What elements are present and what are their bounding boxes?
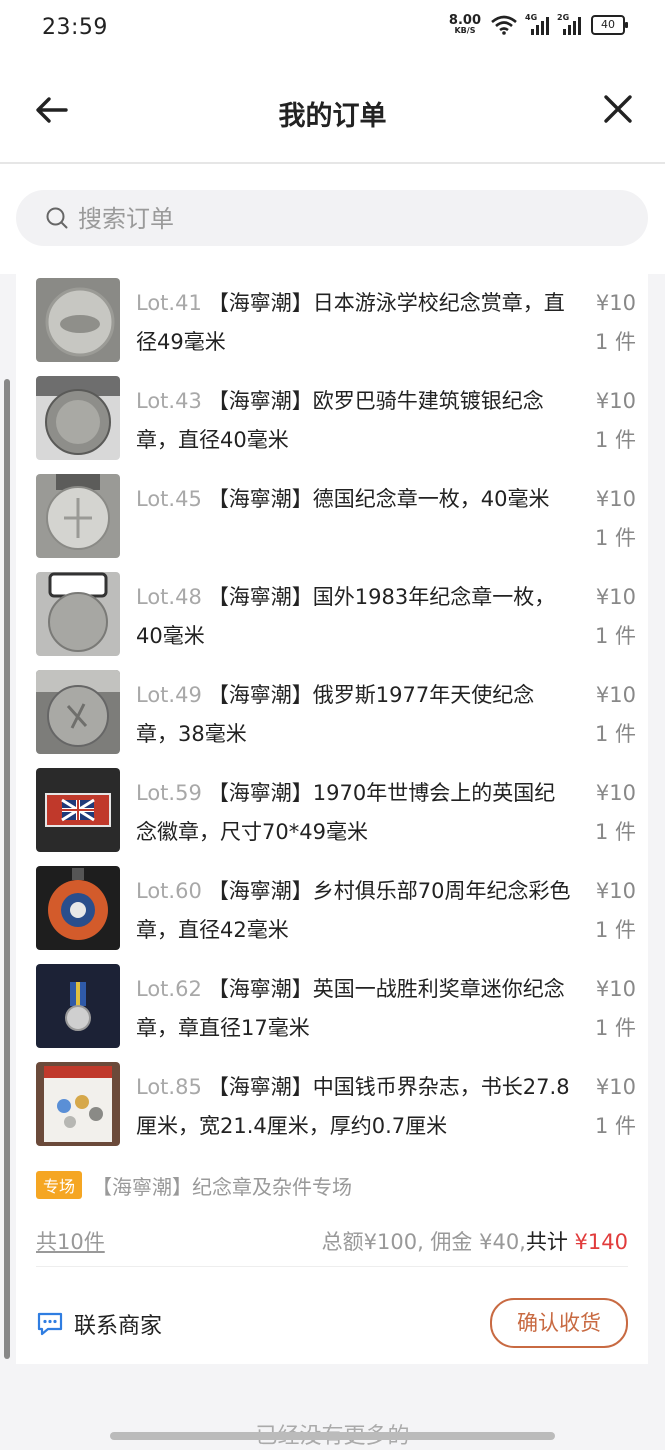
order-item[interactable]: Lot.60 【海寧潮】乡村俱乐部70周年纪念彩色章，直径42毫米 ¥10 1 件 xyxy=(36,866,636,950)
item-quantity: 1 件 xyxy=(594,1114,636,1138)
item-thumbnail xyxy=(36,964,120,1048)
total-amount: ¥140 xyxy=(574,1230,628,1254)
home-indicator[interactable] xyxy=(110,1432,555,1440)
item-quantity: 1 件 xyxy=(594,330,636,354)
status-icons: 8.00 KB/S 4G 2G 40 xyxy=(449,13,628,35)
order-card: Lot.41 【海寧潮】日本游泳学校纪念赏章，直径49毫米 ¥10 1 件 Lot.… xyxy=(4,274,648,1364)
wifi-icon xyxy=(491,15,517,35)
chat-icon xyxy=(37,1312,63,1336)
item-thumbnail xyxy=(36,866,120,950)
net-speed-unit: KB/S xyxy=(454,26,476,35)
status-bar: 23:59 8.00 KB/S 4G 2G 40 xyxy=(0,0,665,58)
order-summary: 共10件 总额¥100, 佣金 ¥40,共计 ¥140 xyxy=(36,1224,628,1260)
lot-number: Lot.41 xyxy=(136,291,202,315)
item-title: 【海寧潮】德国纪念章一枚，40毫米 xyxy=(207,487,550,511)
contact-seller-label: 联系商家 xyxy=(74,1314,163,1339)
session-tag: 专场 xyxy=(36,1171,83,1199)
order-item[interactable]: Lot.48 【海寧潮】国外1983年纪念章一枚，40毫米 ¥10 1 件 xyxy=(36,572,636,656)
search-area xyxy=(0,164,665,274)
divider xyxy=(36,1266,628,1267)
lot-number: Lot.85 xyxy=(136,1075,202,1099)
item-quantity: 1 件 xyxy=(594,918,636,942)
status-time: 23:59 xyxy=(42,15,108,40)
signal-2g-icon: 2G xyxy=(557,13,581,35)
session-row[interactable]: 专场 【海寧潮】纪念章及杂件专场 xyxy=(36,1170,352,1200)
lot-number: Lot.62 xyxy=(136,977,202,1001)
item-thumbnail xyxy=(36,670,120,754)
item-price: ¥10 xyxy=(595,977,636,1001)
item-quantity: 1 件 xyxy=(594,820,636,844)
item-thumbnail xyxy=(36,1062,120,1146)
battery-icon: 40 xyxy=(591,14,628,35)
total-label: 共计 xyxy=(525,1230,568,1254)
item-count-link[interactable]: 共10件 xyxy=(36,1226,105,1256)
confirm-receipt-button[interactable]: 确认收货 xyxy=(490,1298,628,1348)
order-total: 总额¥100, 佣金 ¥40,共计 ¥140 xyxy=(322,1226,628,1256)
close-icon[interactable] xyxy=(601,92,635,126)
item-thumbnail xyxy=(36,278,120,362)
item-quantity: 1 件 xyxy=(594,526,636,550)
lot-number: Lot.49 xyxy=(136,683,202,707)
session-name: 【海寧潮】纪念章及杂件专场 xyxy=(92,1174,353,1199)
order-item[interactable]: Lot.45 【海寧潮】德国纪念章一枚，40毫米 ¥10 1 件 xyxy=(36,474,636,558)
order-item[interactable]: Lot.62 【海寧潮】英国一战胜利奖章迷你纪念章，章直径17毫米 ¥10 1 件 xyxy=(36,964,636,1048)
order-item[interactable]: Lot.59 【海寧潮】1970年世博会上的英国纪念徽章，尺寸70*49毫米 ¥1… xyxy=(36,768,636,852)
contact-seller-button[interactable]: 联系商家 xyxy=(36,1308,162,1340)
item-quantity: 1 件 xyxy=(594,428,636,452)
page-title: 我的订单 xyxy=(278,101,387,132)
item-price: ¥10 xyxy=(595,781,636,805)
item-thumbnail xyxy=(36,768,120,852)
item-thumbnail xyxy=(36,376,120,460)
item-price: ¥10 xyxy=(595,389,636,413)
item-price: ¥10 xyxy=(595,1075,636,1099)
lot-number: Lot.48 xyxy=(136,585,202,609)
order-item[interactable]: Lot.41 【海寧潮】日本游泳学校纪念赏章，直径49毫米 ¥10 1 件 xyxy=(36,278,636,362)
item-price: ¥10 xyxy=(595,487,636,511)
lot-number: Lot.60 xyxy=(136,879,202,903)
lot-number: Lot.43 xyxy=(136,389,202,413)
item-thumbnail xyxy=(36,572,120,656)
item-quantity: 1 件 xyxy=(594,624,636,648)
order-item[interactable]: Lot.85 【海寧潮】中国钱币界杂志，书长27.8厘米，宽21.4厘米，厚约0.… xyxy=(36,1062,636,1146)
net-speed: 8.00 KB/S xyxy=(449,14,481,35)
item-price: ¥10 xyxy=(595,683,636,707)
lot-number: Lot.59 xyxy=(136,781,202,805)
app-header: 我的订单 xyxy=(0,58,665,164)
item-price: ¥10 xyxy=(595,879,636,903)
order-item[interactable]: Lot.43 【海寧潮】欧罗巴骑牛建筑镀银纪念章，直径40毫米 ¥10 1 件 xyxy=(36,376,636,460)
signal-4g-icon: 4G xyxy=(525,13,549,35)
search-box[interactable] xyxy=(16,190,648,248)
item-thumbnail xyxy=(36,474,120,558)
item-price: ¥10 xyxy=(595,585,636,609)
item-price: ¥10 xyxy=(595,291,636,315)
item-quantity: 1 件 xyxy=(594,1016,636,1040)
search-input[interactable] xyxy=(76,190,620,248)
total-breakdown: 总额¥100, 佣金 ¥40, xyxy=(321,1230,526,1254)
scrollbar[interactable] xyxy=(4,379,10,1359)
lot-number: Lot.45 xyxy=(136,487,202,511)
search-icon xyxy=(46,207,68,229)
item-quantity: 1 件 xyxy=(594,722,636,746)
order-item[interactable]: Lot.49 【海寧潮】俄罗斯1977年天使纪念章，38毫米 ¥10 1 件 xyxy=(36,670,636,754)
